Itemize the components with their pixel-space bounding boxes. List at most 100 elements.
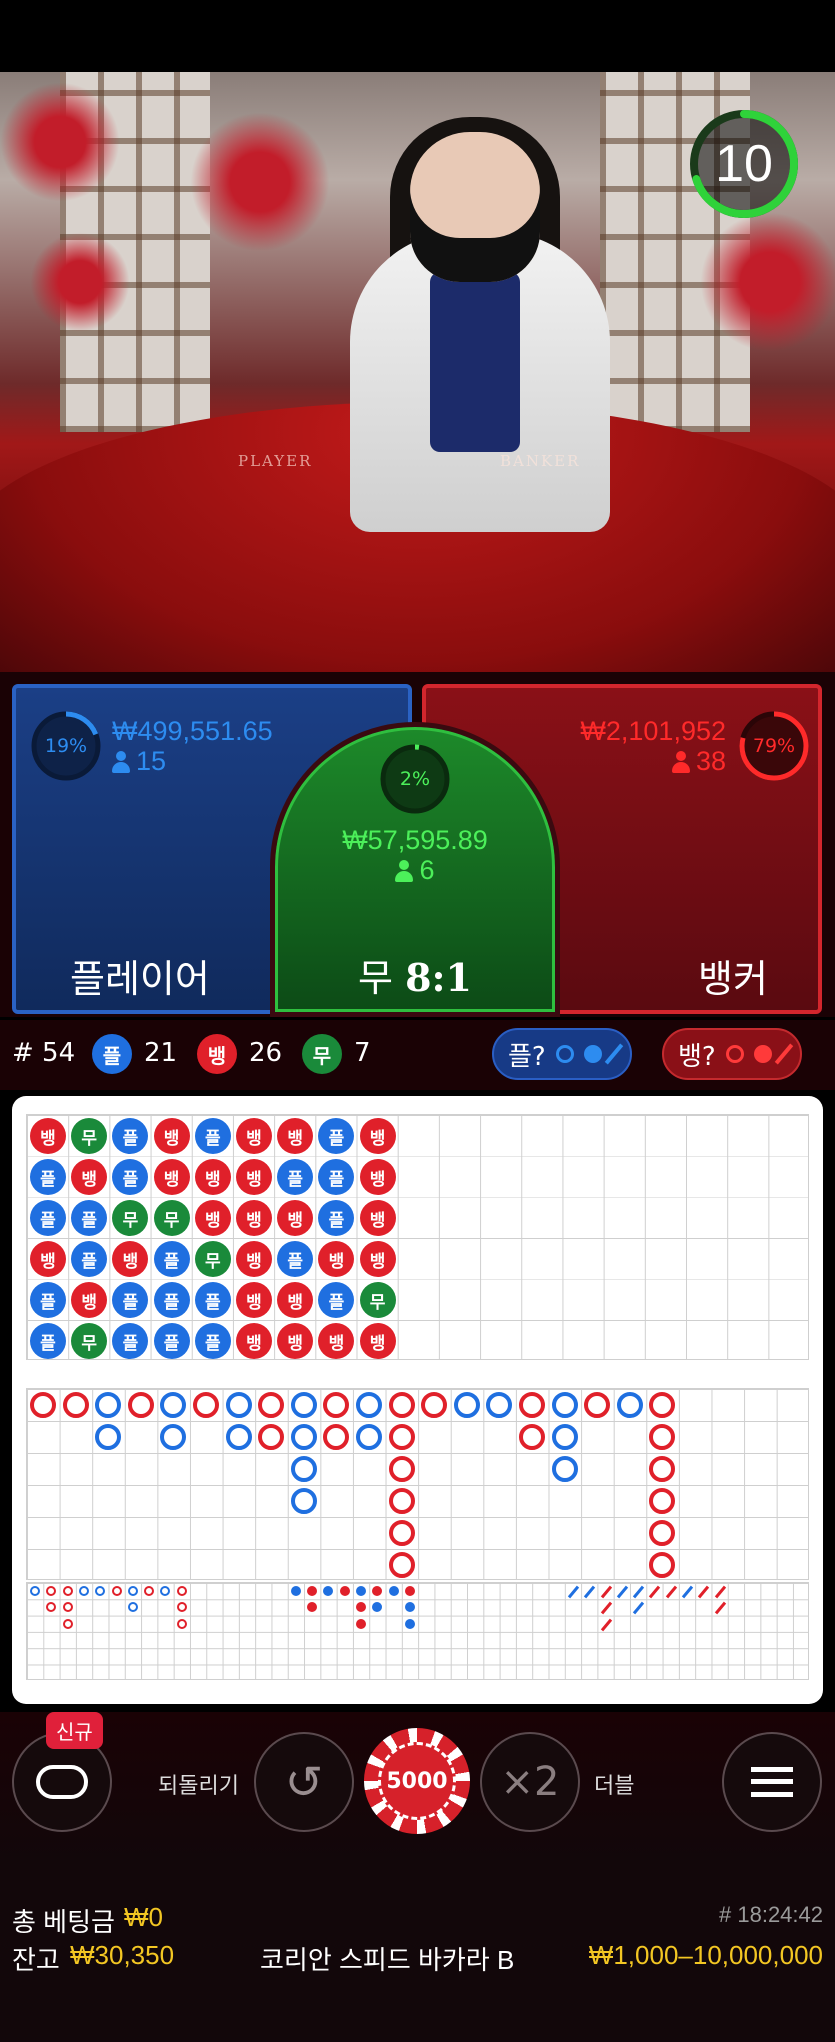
derived-road-ring (127, 1602, 138, 1613)
chip-selector[interactable]: 5000 (364, 1728, 470, 1834)
player-label: 플레이어 (70, 957, 210, 1001)
tie-win-count: 7 (354, 1038, 371, 1068)
user-icon (395, 859, 414, 882)
big-road-result (356, 1424, 382, 1450)
big-road-result (388, 1456, 415, 1482)
derived-road-slash (600, 1618, 612, 1631)
tie-total-amount: ₩57,595.89 (342, 825, 488, 855)
bead-road-result: 뱅 (236, 1282, 272, 1318)
derived-road-dot (339, 1586, 350, 1596)
derived-road-slash (649, 1585, 661, 1599)
derived-road-dot (372, 1586, 383, 1596)
derived-road-ring (176, 1618, 187, 1629)
bead-road: 뱅플플뱅플플무뱅플플뱅무플플무뱅플플뱅뱅무플플플플뱅뱅무플플뱅뱅뱅뱅뱅뱅뱅플뱅플… (26, 1114, 809, 1360)
undo-button[interactable]: ↺ (254, 1732, 354, 1832)
countdown-timer-value: 10 (715, 135, 773, 193)
player-prediction-button[interactable]: 플? (492, 1028, 632, 1080)
derived-road-ring (62, 1602, 73, 1613)
blossom-decoration (700, 212, 835, 352)
chip-value: 5000 (378, 1742, 456, 1820)
bead-road-result: 플 (318, 1118, 355, 1154)
bead-road-result: 플 (277, 1241, 314, 1277)
bead-road-result: 플 (30, 1200, 66, 1236)
banker-win-count: 26 (249, 1038, 283, 1068)
bead-road-result: 뱅 (236, 1118, 272, 1154)
statistics-bar: # 54 플 21 뱅 26 무 7 플? 뱅? (0, 1020, 835, 1090)
derived-road-dot (290, 1586, 301, 1596)
big-road-result (649, 1456, 676, 1482)
menu-button[interactable] (722, 1732, 822, 1832)
big-road-result (616, 1392, 643, 1418)
bead-road-result: 뱅 (318, 1241, 355, 1277)
status-bar (0, 0, 835, 72)
big-road-result (453, 1392, 480, 1418)
bead-road-result: 플 (277, 1159, 314, 1195)
derived-road-slash (632, 1585, 645, 1599)
tie-win-badge: 무 (302, 1034, 342, 1074)
bead-road-result: 뱅 (359, 1159, 396, 1195)
slash-icon (604, 1043, 623, 1065)
derived-road-dot (388, 1586, 399, 1596)
bead-road-result: 플 (71, 1241, 108, 1277)
bead-road-result: 뱅 (277, 1118, 314, 1154)
bead-road-result: 뱅 (359, 1118, 396, 1154)
bead-road-result: 플 (112, 1282, 149, 1318)
bet-spot-tie[interactable]: 2% ₩57,595.89 6 무 8:1 (270, 722, 560, 1017)
derived-road-dot (404, 1586, 415, 1596)
player-percent: 19% (44, 735, 88, 757)
banker-label: 뱅커 (698, 957, 768, 1001)
player-prediction-label: 플? (508, 1041, 546, 1072)
new-badge: 신규 (46, 1712, 103, 1749)
scoreboard: 뱅플플뱅플플무뱅플플뱅무플플무뱅플플뱅뱅무플플플플뱅뱅무플플뱅뱅뱅뱅뱅뱅뱅플뱅플… (12, 1096, 823, 1704)
balance-label: 잔고 (12, 1945, 60, 1975)
bead-road-result: 뱅 (277, 1200, 314, 1236)
ring-icon (555, 1045, 574, 1063)
derived-road-ring (62, 1618, 73, 1629)
round-timestamp: # 18:24:42 (719, 1902, 823, 1927)
derived-road-dot (356, 1602, 366, 1613)
bead-road-result: 플 (30, 1282, 66, 1318)
balance-value: ₩30,350 (70, 1940, 175, 1970)
big-road-result (323, 1424, 350, 1450)
banker-win-badge: 뱅 (197, 1034, 237, 1074)
blossom-decoration (190, 112, 330, 252)
chat-bubble-icon (36, 1765, 88, 1799)
bead-road-result: 무 (71, 1323, 108, 1359)
player-total-amount: ₩499,551.65 (112, 716, 273, 746)
player-bettor-count: 15 (112, 746, 166, 777)
tie-percent: 2% (399, 768, 431, 790)
derived-road-slash (698, 1585, 710, 1599)
bead-road-result: 무 (112, 1200, 149, 1236)
derived-road-dot (372, 1602, 383, 1613)
bead-road-result: 뱅 (359, 1200, 396, 1236)
big-road-result (388, 1520, 415, 1546)
big-road-result (388, 1424, 415, 1450)
dot-icon (583, 1045, 602, 1063)
derived-road-ring (78, 1586, 89, 1596)
control-bar: 신규 되돌리기 ↺ 5000 ×2 더블 (0, 1712, 835, 1862)
big-road-result (258, 1424, 285, 1450)
derived-road-ring (62, 1586, 73, 1596)
big-road-result (290, 1488, 317, 1514)
big-road-result (388, 1552, 415, 1578)
big-road-result (290, 1456, 317, 1482)
player-win-badge: 플 (92, 1034, 132, 1074)
derived-road-slash (567, 1585, 580, 1599)
big-road-result (486, 1392, 513, 1418)
bead-road-result: 뱅 (236, 1200, 272, 1236)
bead-road-result: 플 (153, 1323, 190, 1359)
derived-road-ring (144, 1586, 155, 1596)
derived-road-ring (95, 1586, 106, 1596)
dealer-face (410, 132, 540, 282)
bead-road-result: 플 (194, 1323, 231, 1359)
derived-road-ring (160, 1586, 171, 1596)
double-button[interactable]: ×2 (480, 1732, 580, 1832)
big-road-result (519, 1392, 545, 1418)
banker-prediction-button[interactable]: 뱅? (662, 1028, 802, 1080)
derived-road-ring (111, 1586, 122, 1596)
big-road-result (323, 1392, 350, 1418)
undo-icon: ↺ (284, 1755, 324, 1809)
derived-road-slash (616, 1585, 628, 1599)
table-name: 코리안 스피드 바카라 B (260, 1945, 515, 1975)
betting-area: 19% ₩499,551.65 15 플레이어 79% ₩2,101,952 3… (0, 672, 835, 1017)
